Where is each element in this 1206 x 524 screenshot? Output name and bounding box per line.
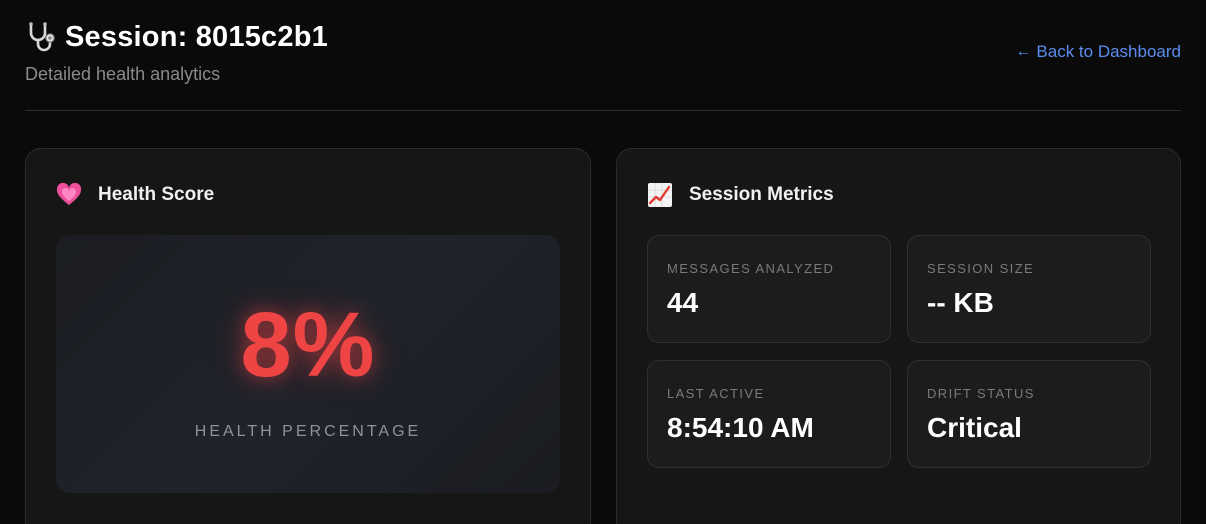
metric-label: LAST ACTIVE [667,386,765,401]
page-title: Session: 8015c2b1 [65,20,328,53]
arrow-left-icon: ← [1015,43,1032,60]
metric-last-active: LAST ACTIVE 8:54:10 AM [647,360,891,468]
metric-drift-status: DRIFT STATUS Critical [907,360,1151,468]
stethoscope-icon [25,20,59,54]
title-row: Session: 8015c2b1 [25,20,328,54]
session-metrics-card-header: Session Metrics [647,182,834,208]
session-detail-page: Session: 8015c2b1 Detailed health analyt… [0,0,1206,524]
page-subtitle: Detailed health analytics [25,64,221,84]
back-to-dashboard-link[interactable]: ← Back to Dashboard [1015,42,1181,62]
page-header: Session: 8015c2b1 Detailed health analyt… [25,18,1181,111]
session-metrics-card: Session Metrics MESSAGES ANALYZED 44 SES… [616,148,1181,524]
metric-session-size: SESSION SIZE -- KB [907,235,1151,343]
health-score-label: HEALTH PERCENTAGE [194,423,422,440]
session-metrics-title: Session Metrics [689,184,834,205]
metric-messages-analyzed: MESSAGES ANALYZED 44 [647,235,891,343]
metric-value: 8:54:10 AM [667,412,814,443]
metric-label: MESSAGES ANALYZED [667,261,835,276]
health-score-title: Health Score [98,184,215,205]
health-score-value: 8% [240,294,376,396]
metric-value: Critical [927,412,1022,443]
metric-value: -- KB [927,287,994,318]
back-link-label: Back to Dashboard [1036,42,1181,61]
health-score-card: Health Score 8% HEALTH PERCENTAGE [25,148,591,524]
heart-icon [56,182,82,208]
metric-value: 44 [667,287,699,318]
health-score-card-header: Health Score [56,182,214,208]
metric-label: SESSION SIZE [927,261,1035,276]
health-score-panel: 8% HEALTH PERCENTAGE [56,235,560,493]
chart-increasing-icon [647,182,673,208]
metric-label: DRIFT STATUS [927,386,1035,401]
